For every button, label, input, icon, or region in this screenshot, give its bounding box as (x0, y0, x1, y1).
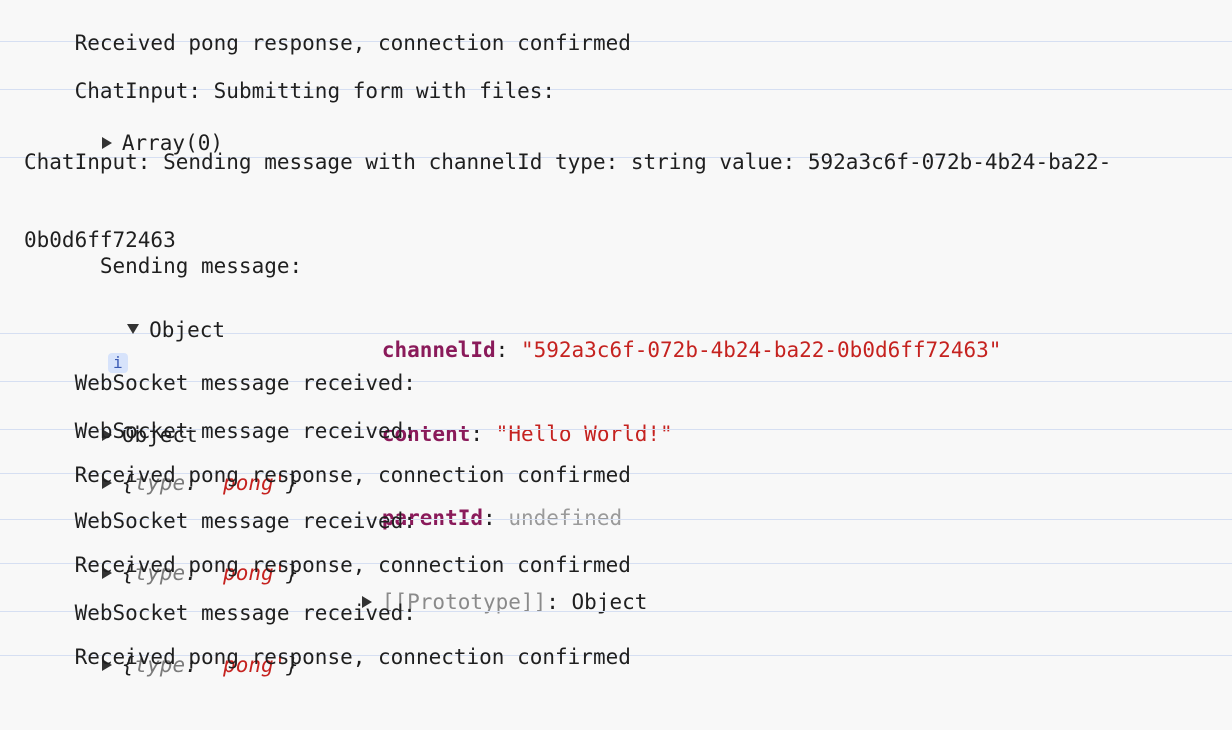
console-entry: ChatInput: Submitting form with files: A… (0, 42, 1232, 155)
console-entry: Received pong response, connection confi… (0, 612, 1232, 669)
console-entry: Received pong response, connection confi… (0, 520, 1232, 577)
console-entry: WebSocket message received: {type: 'pong… (0, 564, 1232, 677)
log-label: Sending message: (99, 254, 303, 278)
console-entry: WebSocket message received: Object (0, 334, 1232, 447)
console-log: Received pong response, connection confi… (0, 0, 1232, 677)
console-entry: Received pong response, connection confi… (0, 430, 1232, 487)
log-message: Received pong response, connection confi… (74, 645, 631, 669)
console-entry: Sending message: Object i channelId: "59… (0, 158, 1232, 614)
console-entry: WebSocket message received: {type: 'pong… (0, 382, 1232, 495)
console-entry: Received pong response, connection confi… (0, 0, 1232, 55)
object-property: channelId: "592a3c6f-072b-4b24-ba22-0b0d… (381, 338, 1002, 362)
console-entry: WebSocket message received: {type: 'pong… (0, 474, 1232, 585)
console-entry: ChatInput: Sending message with channelI… (0, 90, 1232, 252)
